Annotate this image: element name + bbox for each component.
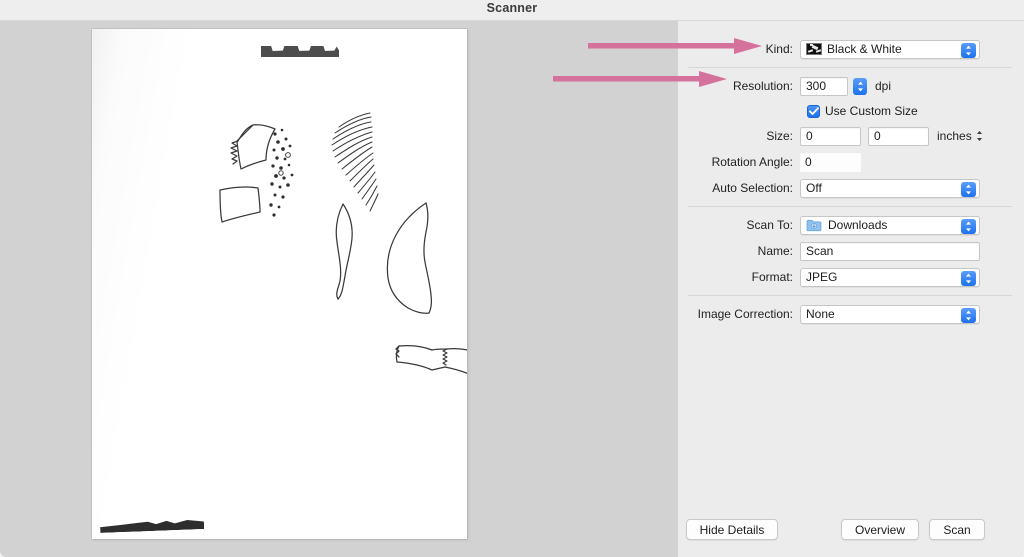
panel-button-bar: Hide Details Overview Scan <box>678 503 1024 557</box>
auto-selection-label: Auto Selection: <box>712 181 793 195</box>
scan-to-label: Scan To: <box>746 218 793 232</box>
rotation-angle-value: 0 <box>805 155 812 169</box>
divider-2 <box>688 206 1012 207</box>
row-size: Size: 0 0 inches <box>678 123 1024 149</box>
row-image-correction: Image Correction: None <box>678 301 1024 327</box>
name-input[interactable]: Scan <box>800 241 980 261</box>
kind-value: Black & White <box>827 42 902 56</box>
window-titlebar: Scanner <box>0 0 1024 21</box>
row-use-custom-size: Use Custom Size <box>678 99 1024 123</box>
kind-label: Kind: <box>765 42 793 56</box>
window-body: Kind: Black & White Resolution: 300 dpi … <box>0 21 1024 557</box>
name-value: Scan <box>806 244 834 258</box>
auto-selection-value: Off <box>806 181 822 195</box>
chevron-updown-icon[interactable] <box>961 42 976 58</box>
size-width-input[interactable]: 0 <box>800 126 861 146</box>
rotation-angle-label: Rotation Angle: <box>711 155 793 169</box>
mushroom-sketch-drawing <box>219 112 467 374</box>
scanned-page-preview[interactable] <box>92 29 467 539</box>
divider-1 <box>688 67 1012 68</box>
row-kind: Kind: Black & White <box>678 36 1024 62</box>
resolution-input[interactable]: 300 <box>800 76 848 96</box>
format-value: JPEG <box>806 270 838 284</box>
chevron-updown-icon[interactable] <box>961 270 976 286</box>
size-unit-label[interactable]: inches <box>937 129 972 143</box>
scan-to-value: Downloads <box>828 218 888 232</box>
row-auto-selection: Auto Selection: Off <box>678 175 1024 201</box>
chevron-updown-icon[interactable] <box>961 181 976 197</box>
format-select[interactable]: JPEG <box>800 267 980 287</box>
overview-button[interactable]: Overview <box>841 519 919 540</box>
row-resolution: Resolution: 300 dpi <box>678 73 1024 99</box>
scan-to-select[interactable]: Downloads <box>800 215 980 235</box>
image-thumbnail-icon <box>806 43 822 55</box>
chevron-updown-icon[interactable] <box>961 307 976 323</box>
row-rotation-angle: Rotation Angle: 0 <box>678 149 1024 175</box>
scan-button[interactable]: Scan <box>929 519 985 540</box>
row-format: Format: JPEG <box>678 264 1024 290</box>
rotation-angle-input[interactable]: 0 <box>800 152 861 172</box>
row-name: Name: Scan <box>678 238 1024 264</box>
size-width-value: 0 <box>806 129 813 143</box>
format-label: Format: <box>751 270 793 284</box>
scan-settings-panel: Kind: Black & White Resolution: 300 dpi … <box>678 21 1024 557</box>
auto-selection-select[interactable]: Off <box>800 178 980 198</box>
resolution-unit: dpi <box>875 79 892 93</box>
resolution-stepper[interactable] <box>853 77 867 95</box>
resolution-label: Resolution: <box>732 79 793 93</box>
size-unit-stepper-icon[interactable] <box>976 130 983 142</box>
hide-details-button[interactable]: Hide Details <box>686 519 778 540</box>
scan-preview-area[interactable] <box>0 21 678 557</box>
kind-select[interactable]: Black & White <box>800 39 980 59</box>
divider-3 <box>688 295 1012 296</box>
use-custom-size-checkbox[interactable] <box>807 104 820 118</box>
use-custom-size-label: Use Custom Size <box>825 104 918 118</box>
image-correction-value: None <box>806 307 835 321</box>
downloads-folder-icon <box>806 219 822 232</box>
size-height-value: 0 <box>874 129 881 143</box>
image-correction-label: Image Correction: <box>697 307 793 321</box>
window-title: Scanner <box>486 1 538 15</box>
size-height-input[interactable]: 0 <box>868 126 929 146</box>
row-scan-to: Scan To: Downloads <box>678 212 1024 238</box>
size-label: Size: <box>766 129 793 143</box>
image-correction-select[interactable]: None <box>800 304 980 324</box>
scanner-window: Scanner Kind: Black & White Resolution: … <box>0 0 1024 557</box>
settings-rows: Kind: Black & White Resolution: 300 dpi … <box>678 21 1024 327</box>
resolution-value: 300 <box>806 79 827 93</box>
chevron-updown-icon[interactable] <box>961 218 976 234</box>
name-label: Name: <box>757 244 793 258</box>
